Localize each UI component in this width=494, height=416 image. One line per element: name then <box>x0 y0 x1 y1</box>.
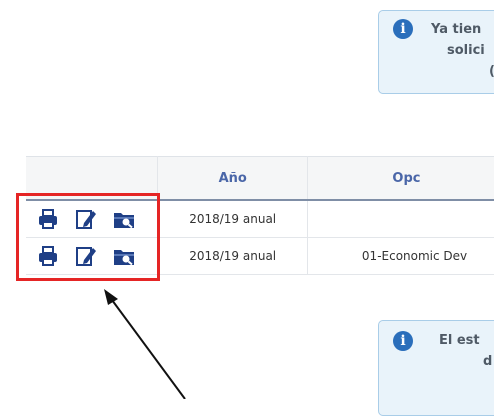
info-text-line: d <box>483 354 493 369</box>
info-icon: i <box>393 331 413 351</box>
info-message-bottom: i El est d <box>378 320 494 416</box>
info-text-line: El est <box>439 333 480 348</box>
